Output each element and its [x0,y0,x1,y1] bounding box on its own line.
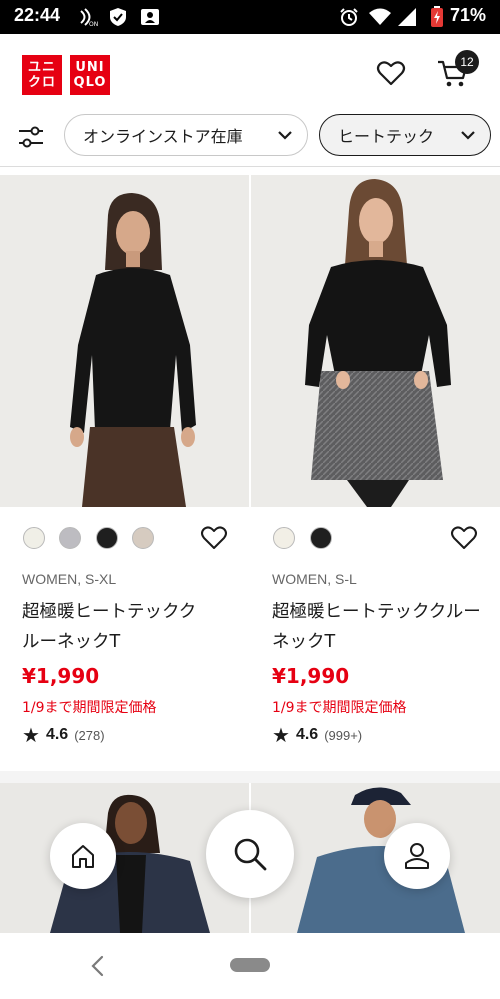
alarm-icon [340,8,358,26]
account-button[interactable] [384,823,450,889]
review-count: (999+) [324,727,363,743]
product-price: ¥1,990 [272,664,350,688]
account-icon [405,843,429,869]
color-swatch[interactable] [23,527,45,549]
battery-icon [431,6,443,27]
store-stock-filter-label: オンラインストア在庫 [83,127,243,146]
limited-price-note: 1/9まで期間限定価格 [22,700,157,716]
section-separator [0,771,500,783]
limited-price-note: 1/9まで期間限定価格 [272,700,407,716]
product-rating: ★ 4.6 (278) [22,725,105,745]
chevron-down-icon [461,131,475,140]
status-bar: 22:44 ON 71% [0,0,500,34]
search-button[interactable] [206,810,294,898]
model-photo-black-top-grey-skirt [251,175,500,507]
color-swatch[interactable] [273,527,295,549]
logo-katakana: ユニ クロ [22,55,62,95]
product-name-line: 超極暖ヒートテックク [22,602,197,622]
wishlist-heart-icon[interactable] [376,58,406,88]
home-button[interactable] [50,823,116,889]
category-filter-chip[interactable]: ヒートテック [319,114,491,156]
battery-percent: 71% [450,5,487,25]
svg-text:ON: ON [89,21,98,27]
product-name[interactable]: 超極暖ヒートテックク ルーネックT [22,597,232,657]
filter-sliders-icon[interactable] [16,122,46,152]
model-photo-black-top-brown-pants [0,175,249,507]
shield-icon [110,8,126,26]
signal-icon [398,8,416,26]
color-swatch[interactable] [310,527,332,549]
product-image-2[interactable] [251,175,500,507]
logo-latin: UNI QLO [70,55,110,95]
color-swatch[interactable] [59,527,81,549]
rating-score: 4.6 [45,726,69,743]
product-gender-size: WOMEN, S-L [272,571,357,587]
product-gender-size: WOMEN, S-XL [22,571,117,587]
product-price: ¥1,990 [22,664,100,688]
favorite-heart-icon[interactable] [450,524,478,552]
search-icon [234,838,267,871]
product-rating: ★ 4.6 (999+) [272,725,362,745]
color-swatch[interactable] [96,527,118,549]
home-icon [72,845,94,868]
star-icon: ★ [22,723,40,747]
back-arrow-icon[interactable] [88,954,108,978]
store-stock-filter-chip[interactable]: オンラインストア在庫 [64,114,308,156]
uniqlo-logo[interactable]: ユニ クロ UNI QLO [22,55,110,95]
nfc-icon: ON [80,8,98,27]
wifi-icon [369,8,391,25]
review-count: (278) [74,727,105,743]
chevron-down-icon [278,131,292,140]
product-name-line: 超極暖ヒートテッククルーネックT [272,602,481,652]
home-gesture-pill[interactable] [230,958,270,972]
cart-count-badge: 12 [455,50,479,74]
favorite-heart-icon[interactable] [200,524,228,552]
status-time: 22:44 [14,5,61,25]
contact-card-icon [141,9,159,25]
product-image-1[interactable] [0,175,249,507]
star-icon: ★ [272,723,290,747]
category-filter-label: ヒートテック [338,127,435,146]
product-name[interactable]: 超極暖ヒートテッククルーネックT [272,597,482,657]
divider [0,166,500,167]
rating-score: 4.6 [295,726,319,743]
color-swatch[interactable] [132,527,154,549]
product-name-line: ルーネックT [22,632,121,652]
